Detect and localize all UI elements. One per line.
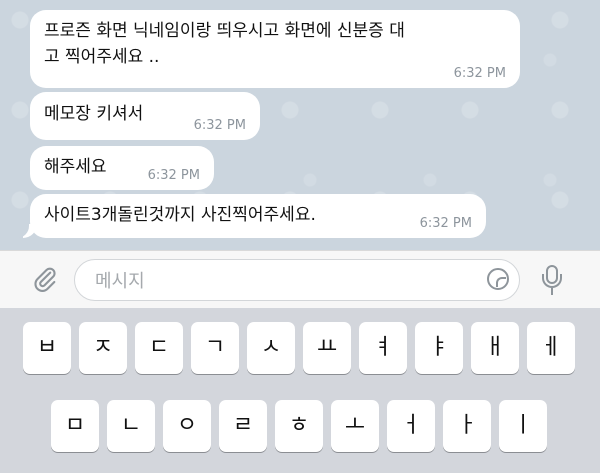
message-time: 6:32 PM: [453, 66, 506, 81]
message-bubble: 해주세요 6:32 PM: [30, 146, 214, 190]
key[interactable]: ㅅ: [247, 322, 295, 374]
keyboard: ㅂ ㅈ ㄷ ㄱ ㅅ ㅛ ㅕ ㅑ ㅐ ㅔ ㅁ ㄴ ㅇ ㄹ ㅎ ㅗ ㅓ ㅏ ㅣ: [0, 308, 600, 473]
message-input[interactable]: [93, 266, 477, 296]
message-time: 6:32 PM: [419, 216, 472, 231]
keyboard-row-2: ㅁ ㄴ ㅇ ㄹ ㅎ ㅗ ㅓ ㅏ ㅣ: [0, 400, 600, 456]
key[interactable]: ㄹ: [219, 400, 267, 452]
key[interactable]: ㄱ: [191, 322, 239, 374]
key[interactable]: ㅈ: [79, 322, 127, 374]
key[interactable]: ㅔ: [527, 322, 575, 374]
mic-stem: [551, 288, 553, 295]
message-field-container: [74, 259, 520, 301]
paperclip-icon-svg: [34, 267, 56, 292]
key[interactable]: ㅎ: [275, 400, 323, 452]
microphone-icon[interactable]: [540, 265, 564, 297]
message-bubble: 메모장 키셔서 6:32 PM: [30, 92, 260, 140]
key[interactable]: ㅂ: [23, 322, 71, 374]
bubble-tail: [17, 224, 37, 238]
key[interactable]: ㅏ: [443, 400, 491, 452]
key[interactable]: ㅇ: [163, 400, 211, 452]
key[interactable]: ㅛ: [303, 322, 351, 374]
key[interactable]: ㅣ: [499, 400, 547, 452]
message-text: 사이트3개돌린것까지 사진찍어주세요.: [44, 205, 316, 225]
key[interactable]: ㅗ: [331, 400, 379, 452]
key[interactable]: ㅐ: [471, 322, 519, 374]
message-bubble: 사이트3개돌린것까지 사진찍어주세요. 6:32 PM: [17, 194, 486, 238]
key[interactable]: ㄷ: [135, 322, 183, 374]
chat-area: 프로즌 화면 닉네임이랑 띄우시고 화면에 신분증 대 고 찍어주세요 .. 6…: [0, 0, 600, 250]
message-text: 고 찍어주세요 ..: [44, 47, 160, 67]
paperclip-icon[interactable]: [28, 265, 62, 299]
message-text: 프로즌 화면 닉네임이랑 띄우시고 화면에 신분증 대: [44, 21, 405, 41]
message-time: 6:32 PM: [193, 118, 246, 133]
key[interactable]: ㄴ: [107, 400, 155, 452]
key[interactable]: ㅑ: [415, 322, 463, 374]
sticker-icon[interactable]: [487, 268, 509, 290]
message-input-bar: [0, 250, 600, 308]
mic-cup: [542, 274, 562, 288]
keyboard-row-1: ㅂ ㅈ ㄷ ㄱ ㅅ ㅛ ㅕ ㅑ ㅐ ㅔ: [0, 322, 600, 378]
key[interactable]: ㅁ: [51, 400, 99, 452]
key[interactable]: ㅕ: [359, 322, 407, 374]
key[interactable]: ㅓ: [387, 400, 435, 452]
message-bubble: 프로즌 화면 닉네임이랑 띄우시고 화면에 신분증 대 고 찍어주세요 .. 6…: [30, 10, 520, 88]
message-time: 6:32 PM: [147, 168, 200, 183]
